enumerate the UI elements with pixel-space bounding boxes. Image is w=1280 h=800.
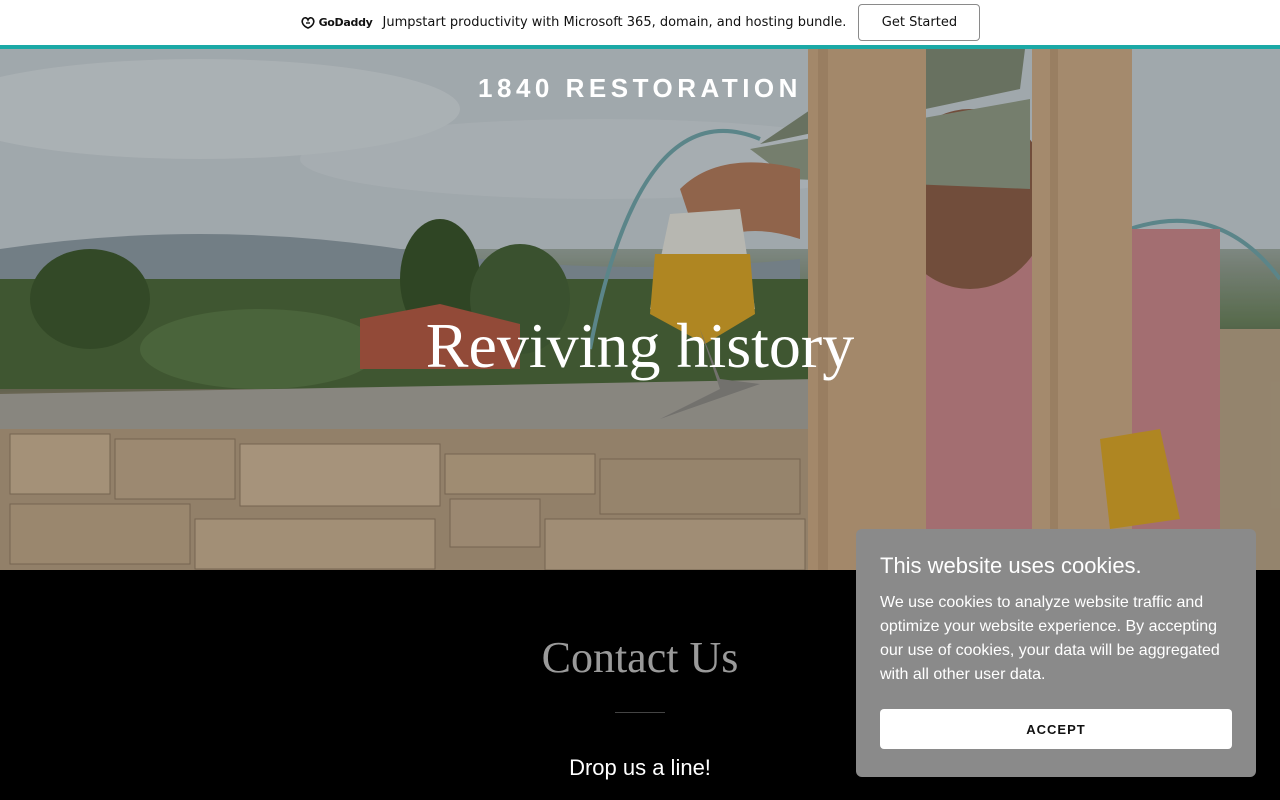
hero-heading: Reviving history <box>425 310 855 381</box>
accept-cookies-button[interactable]: ACCEPT <box>880 709 1232 749</box>
godaddy-logo-text: GoDaddy <box>318 16 373 29</box>
cookie-title: This website uses cookies. <box>880 553 1142 578</box>
get-started-button[interactable]: Get Started <box>858 4 981 41</box>
godaddy-logo-icon <box>301 16 315 29</box>
hero-section: 1840 RESTORATION Reviving history <box>0 49 1280 570</box>
promo-bar: GoDaddy Jumpstart productivity with Micr… <box>0 0 1280 45</box>
promo-message: Jumpstart productivity with Microsoft 36… <box>382 15 847 30</box>
godaddy-logo[interactable]: GoDaddy <box>300 16 373 30</box>
cookie-banner: This website uses cookies. We use cookie… <box>856 529 1256 777</box>
contact-divider <box>615 712 665 713</box>
site-title[interactable]: 1840 RESTORATION <box>0 73 1280 104</box>
cookie-body: We use cookies to analyze website traffi… <box>880 594 1220 683</box>
